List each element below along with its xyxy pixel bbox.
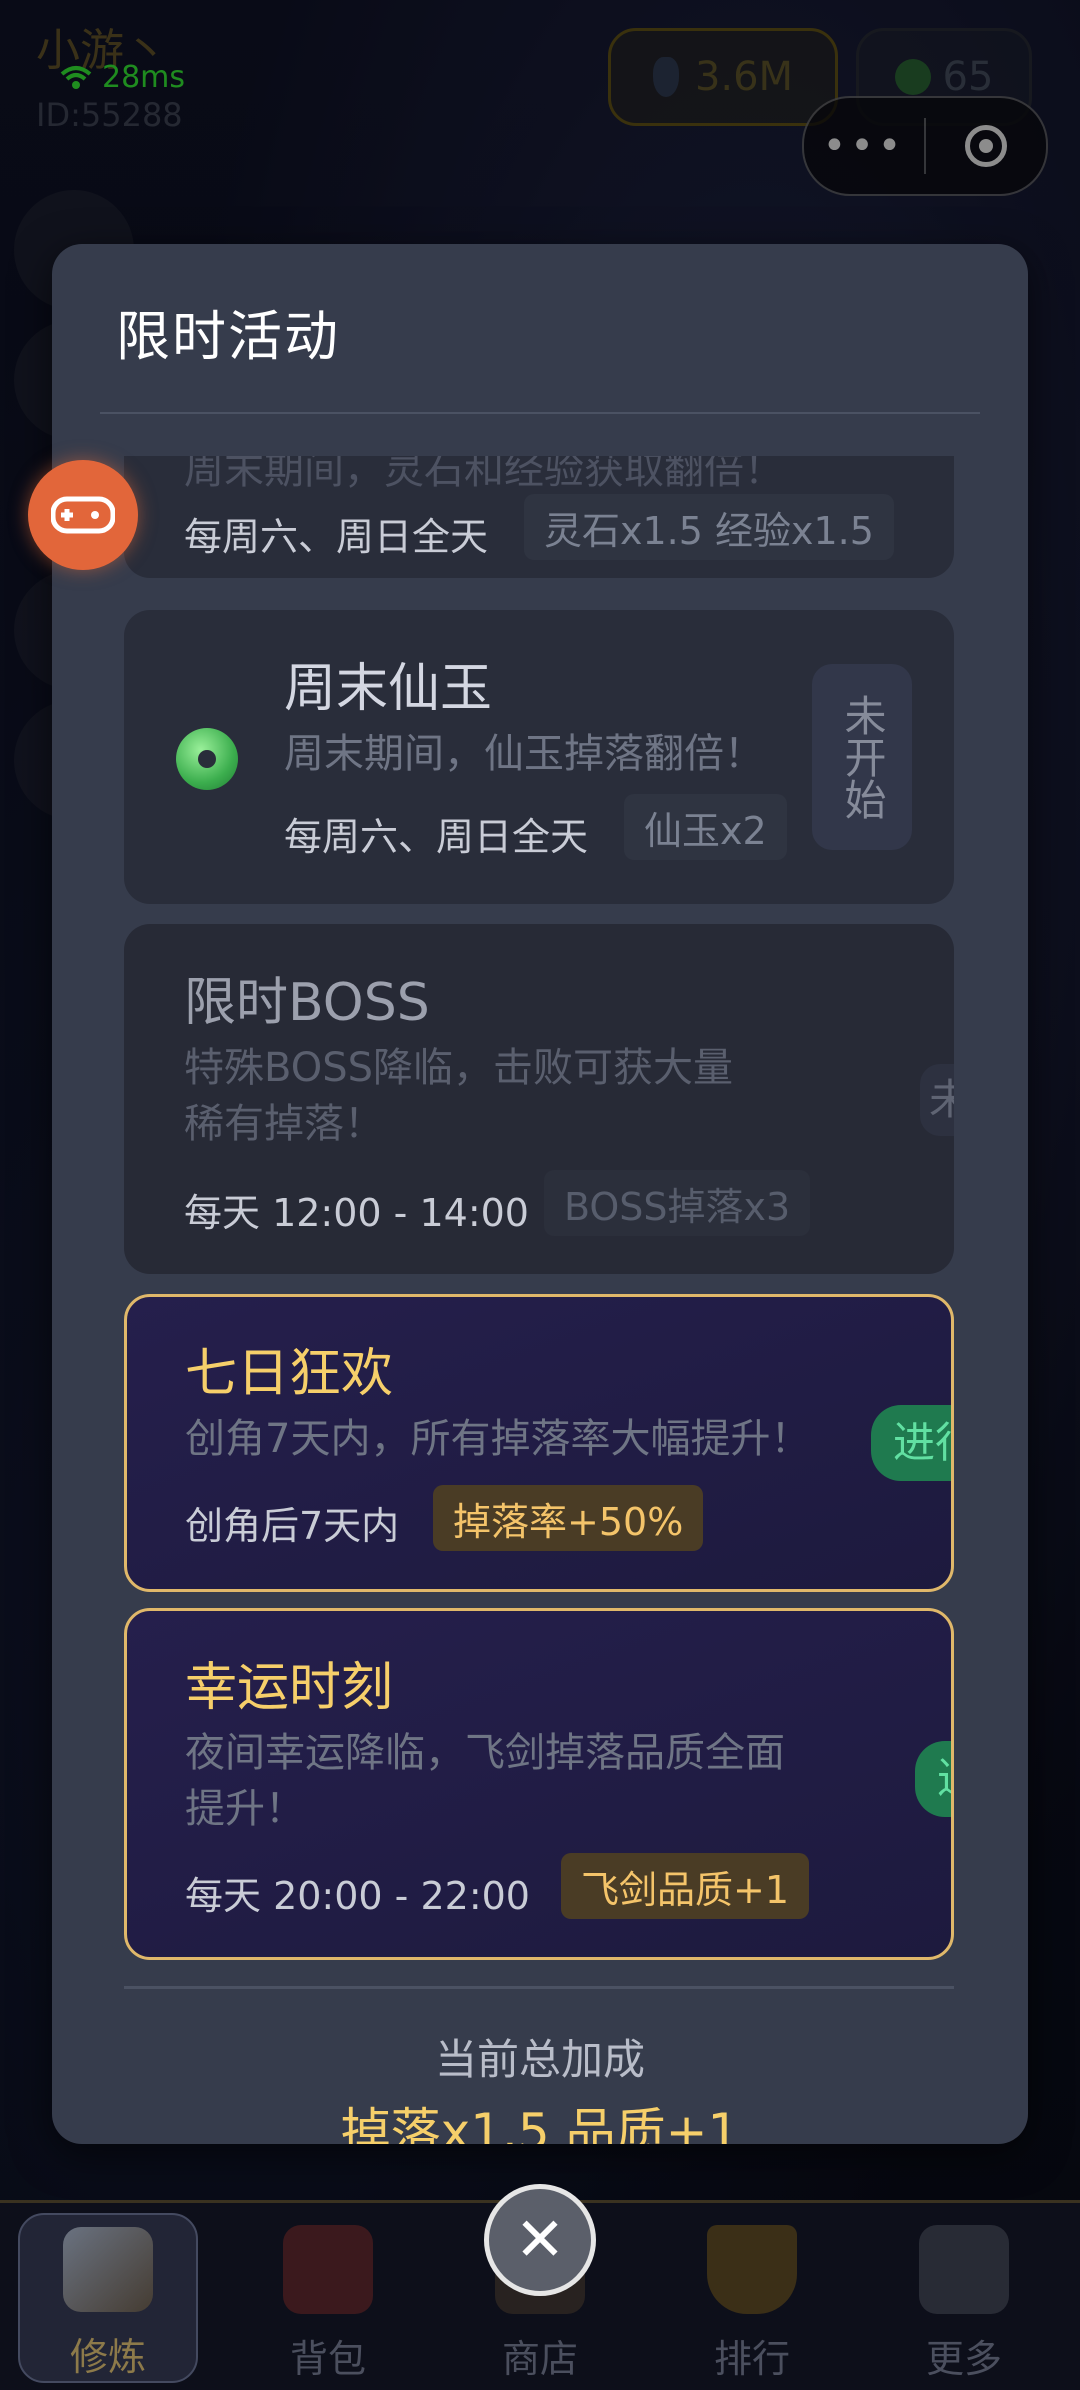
total-bonus-value: 掉落x1.5 品质+1: [340, 2103, 740, 2144]
nav-label: 背包: [289, 2337, 366, 2381]
event-title: 限时BOSS: [184, 973, 430, 1033]
event-status-badge: 未开始: [812, 664, 912, 850]
event-card-limited-boss[interactable]: 限时BOSS 特殊BOSS降临，击败可获大量 稀有掉落！ 每天 12:00 - …: [124, 924, 954, 1274]
event-desc-line1: 夜间幸运降临，飞剑掉落品质全面: [185, 1730, 785, 1776]
jade-ring-icon: [176, 728, 238, 790]
total-bonus-label: 当前总加成: [434, 2035, 645, 2084]
clipboard-icon: [919, 2225, 1009, 2314]
close-icon: ✕: [514, 2205, 566, 2275]
nav-label: 排行: [713, 2337, 790, 2381]
game-controller-button[interactable]: [28, 460, 138, 570]
event-card-double-reward[interactable]: 周末期间，灵石和经验获取翻倍！ 每周六、周日全天 灵石x1.5 经验x1.5: [124, 456, 954, 578]
event-desc: 创角7天内，所有掉落率大幅提升！: [185, 1416, 811, 1462]
event-bonus-tag: 掉落率+50%: [433, 1485, 704, 1551]
close-modal-button[interactable]: ✕: [484, 2184, 596, 2296]
event-desc-line1: 特殊BOSS降临，击败可获大量: [184, 1045, 734, 1091]
event-bonus-tag: 灵石x1.5 经验x1.5: [524, 494, 894, 560]
event-status-badge-active: 进: [915, 1741, 951, 1817]
limited-events-modal: 限时活动 周末期间，灵石和经验获取翻倍！ 每周六、周日全天 灵石x1.5 经验x…: [52, 244, 1028, 2144]
event-desc-line2: 提升！: [185, 1786, 305, 1832]
gamepad-icon: [51, 496, 115, 534]
event-bonus-tag: 飞剑品质+1: [561, 1853, 810, 1919]
nav-item-cultivate[interactable]: 修炼: [18, 2213, 198, 2383]
nav-item-ranking[interactable]: 排行: [662, 2213, 842, 2383]
event-bonus-tag: 仙玉x2: [624, 794, 787, 860]
event-title: 七日狂欢: [185, 1344, 394, 1404]
backpack-icon: [283, 2225, 373, 2314]
event-desc: 周末期间，仙玉掉落翻倍！: [284, 731, 764, 777]
event-desc: 周末期间，灵石和经验获取翻倍！: [184, 456, 784, 493]
nav-item-more[interactable]: 更多: [874, 2213, 1054, 2383]
event-status-badge-active: 进行: [871, 1405, 951, 1481]
crossed-swords-icon: [63, 2227, 153, 2312]
nav-label: 修炼: [69, 2335, 146, 2379]
event-status-badge: 未: [920, 1064, 954, 1136]
events-scroll-list[interactable]: 周末期间，灵石和经验获取翻倍！ 每周六、周日全天 灵石x1.5 经验x1.5 周…: [52, 456, 1028, 2144]
event-title: 幸运时刻: [185, 1658, 394, 1718]
event-card-lucky-moment[interactable]: 幸运时刻 夜间幸运降临，飞剑掉落品质全面 提升！ 每天 20:00 - 22:0…: [124, 1608, 954, 1960]
event-time: 每周六、周日全天: [284, 815, 589, 859]
event-card-seven-day-carnival[interactable]: 七日狂欢 创角7天内，所有掉落率大幅提升！ 创角后7天内 掉落率+50% 进行: [124, 1294, 954, 1592]
event-time: 每天 12:00 - 14:00: [184, 1191, 529, 1235]
nav-item-backpack[interactable]: 背包: [238, 2213, 418, 2383]
event-time: 创角后7天内: [185, 1504, 400, 1548]
event-card-weekend-jade[interactable]: 周末仙玉 周末期间，仙玉掉落翻倍！ 每周六、周日全天 仙玉x2 未开始: [124, 610, 954, 904]
modal-title: 限时活动: [116, 305, 340, 368]
title-divider: [100, 412, 980, 414]
event-bonus-tag: BOSS掉落x3: [544, 1170, 811, 1236]
nav-label: 商店: [501, 2337, 578, 2381]
event-desc-line2: 稀有掉落！: [184, 1101, 384, 1147]
nav-label: 更多: [925, 2337, 1002, 2381]
bonus-divider: [124, 1986, 954, 1989]
event-title: 周末仙玉: [284, 659, 493, 719]
event-time: 每周六、周日全天: [184, 515, 489, 559]
event-time: 每天 20:00 - 22:00: [185, 1874, 530, 1918]
trophy-icon: [707, 2225, 797, 2314]
